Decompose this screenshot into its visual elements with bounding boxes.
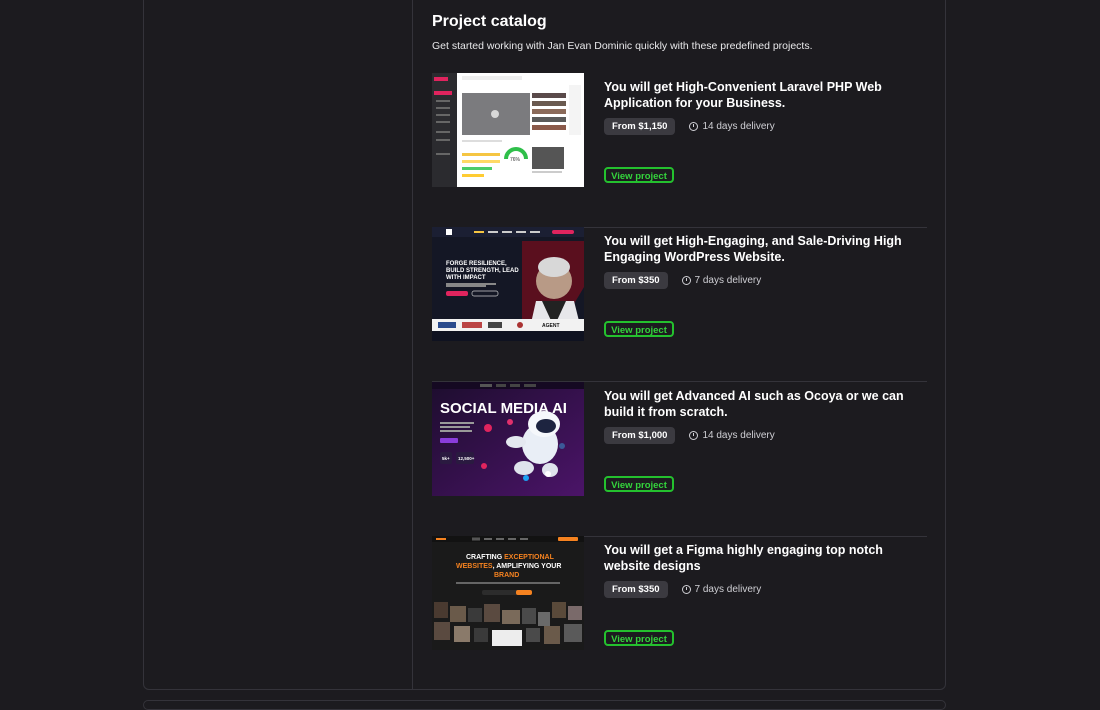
delivery-info: 14 days delivery bbox=[689, 430, 775, 441]
delivery-info: 7 days delivery bbox=[681, 584, 762, 595]
price-badge: From $1,000 bbox=[604, 427, 676, 444]
next-card-edge bbox=[143, 700, 946, 710]
project-meta: From $350 7 days delivery bbox=[604, 272, 761, 289]
delivery-text: 7 days delivery bbox=[694, 275, 762, 286]
project-thumbnail-figma-design[interactable]: CRAFTING EXCEPTIONAL WEBSITES, AMPLIFYIN… bbox=[432, 536, 584, 650]
clock-icon bbox=[689, 431, 699, 440]
svg-text:AGENT: AGENT bbox=[542, 323, 560, 329]
svg-text:BRAND: BRAND bbox=[494, 572, 519, 579]
clock-icon bbox=[689, 122, 699, 131]
catalog-card: Project catalog Get started working with… bbox=[143, 0, 946, 690]
svg-text:5k+: 5k+ bbox=[442, 456, 450, 461]
svg-text:BUILD STRENGTH, LEAD: BUILD STRENGTH, LEAD bbox=[446, 268, 519, 274]
delivery-text: 14 days delivery bbox=[702, 430, 775, 441]
project-item: 76% You will get High-Convenient Laravel… bbox=[432, 73, 927, 228]
project-title[interactable]: You will get High-Engaging, and Sale-Dri… bbox=[604, 234, 924, 265]
view-project-button[interactable]: View project bbox=[604, 476, 674, 492]
svg-text:CRAFTING EXCEPTIONAL: CRAFTING EXCEPTIONAL bbox=[466, 554, 555, 561]
price-badge: From $1,150 bbox=[604, 118, 676, 135]
project-thumbnail-social-media-ai[interactable]: SOCIAL MEDIA AI 5k+ 12,500+ bbox=[432, 382, 584, 496]
svg-text:12,500+: 12,500+ bbox=[458, 456, 475, 461]
delivery-text: 14 days delivery bbox=[702, 121, 775, 132]
thumbnail-gauge-value: 76% bbox=[510, 157, 521, 163]
view-project-button[interactable]: View project bbox=[604, 630, 674, 646]
project-thumbnail-wordpress-site[interactable]: FORGE RESILIENCE, BUILD STRENGTH, LEAD W… bbox=[432, 227, 584, 341]
project-title[interactable]: You will get High-Convenient Laravel PHP… bbox=[604, 80, 924, 111]
project-meta: From $350 7 days delivery bbox=[604, 581, 761, 598]
project-thumbnail-laravel-dashboard[interactable]: 76% bbox=[432, 73, 584, 187]
delivery-info: 7 days delivery bbox=[681, 275, 762, 286]
project-item: CRAFTING EXCEPTIONAL WEBSITES, AMPLIFYIN… bbox=[432, 536, 927, 691]
view-project-button[interactable]: View project bbox=[604, 167, 674, 183]
price-badge: From $350 bbox=[604, 272, 668, 289]
project-item: SOCIAL MEDIA AI 5k+ 12,500+ You will get… bbox=[432, 382, 927, 537]
delivery-text: 7 days delivery bbox=[694, 584, 762, 595]
page-subtitle: Get started working with Jan Evan Domini… bbox=[432, 40, 813, 52]
project-meta: From $1,150 14 days delivery bbox=[604, 118, 775, 135]
clock-icon bbox=[681, 276, 691, 285]
project-title[interactable]: You will get a Figma highly engaging top… bbox=[604, 543, 924, 574]
svg-text:WITH IMPACT: WITH IMPACT bbox=[446, 275, 486, 281]
clock-icon bbox=[681, 585, 691, 594]
project-meta: From $1,000 14 days delivery bbox=[604, 427, 775, 444]
price-badge: From $350 bbox=[604, 581, 668, 598]
view-project-button[interactable]: View project bbox=[604, 321, 674, 337]
project-title[interactable]: You will get Advanced AI such as Ocoya o… bbox=[604, 389, 924, 420]
sidebar-column bbox=[144, 0, 413, 689]
svg-text:FORGE RESILIENCE,: FORGE RESILIENCE, bbox=[446, 261, 507, 267]
svg-text:WEBSITES, AMPLIFYING YOUR: WEBSITES, AMPLIFYING YOUR bbox=[456, 563, 561, 570]
delivery-info: 14 days delivery bbox=[689, 121, 775, 132]
page-title: Project catalog bbox=[432, 13, 547, 30]
project-item: FORGE RESILIENCE, BUILD STRENGTH, LEAD W… bbox=[432, 227, 927, 382]
